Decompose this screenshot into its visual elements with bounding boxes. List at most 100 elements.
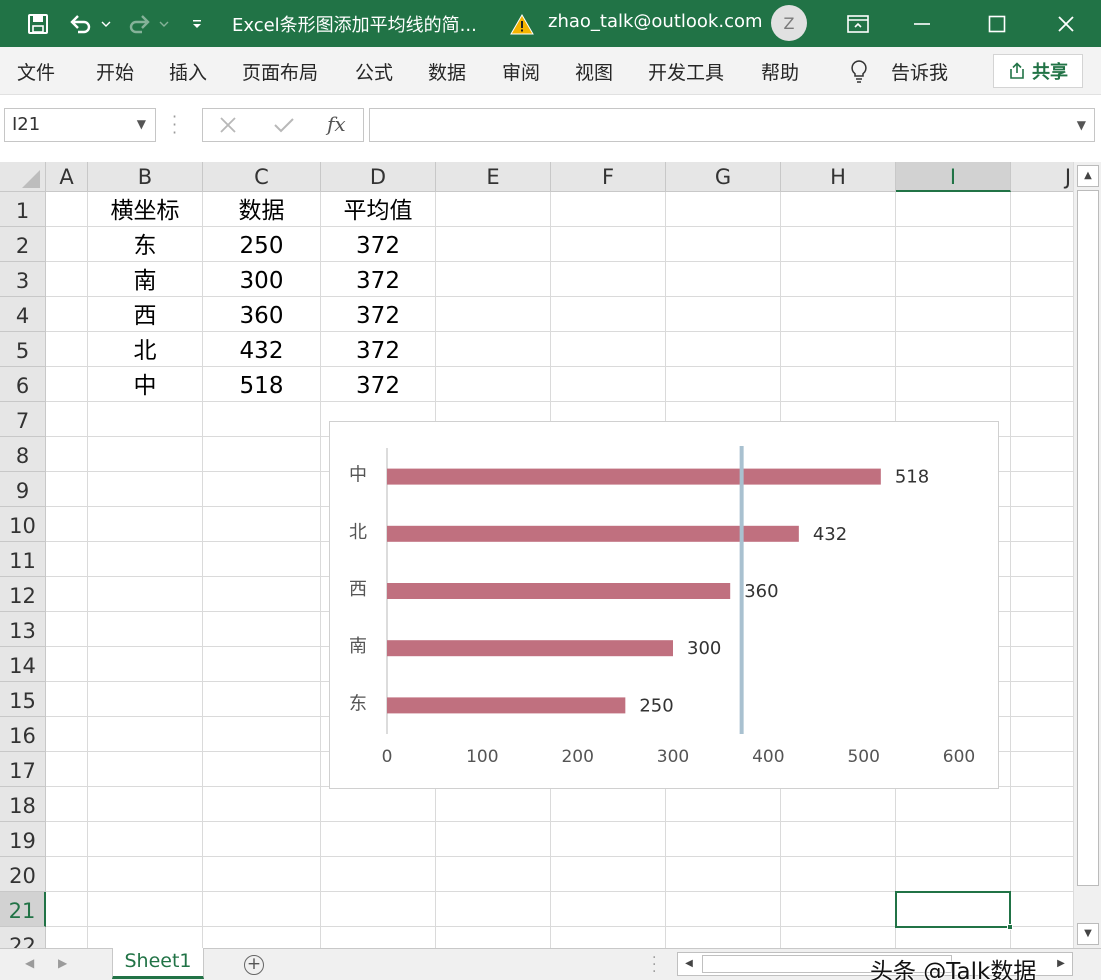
undo-dropdown-icon[interactable] bbox=[98, 0, 114, 47]
row-header-11[interactable]: 11 bbox=[0, 542, 46, 577]
warning-icon[interactable] bbox=[508, 0, 536, 47]
sheet-tab-sheet1[interactable]: Sheet1 bbox=[112, 948, 204, 979]
column-header-d[interactable]: D bbox=[321, 162, 436, 192]
row-header-14[interactable]: 14 bbox=[0, 647, 46, 682]
tab-data[interactable]: 数据 bbox=[428, 58, 466, 85]
tab-view[interactable]: 视图 bbox=[575, 58, 613, 85]
cell-d2[interactable]: 372 bbox=[321, 228, 435, 263]
column-header-a[interactable]: A bbox=[46, 162, 88, 192]
scroll-left-icon[interactable]: ◀ bbox=[678, 953, 700, 975]
tab-page-layout[interactable]: 页面布局 bbox=[242, 58, 318, 85]
row-header-17[interactable]: 17 bbox=[0, 752, 46, 787]
tab-help[interactable]: 帮助 bbox=[761, 58, 799, 85]
formula-bar-grip-icon[interactable]: · · · bbox=[172, 109, 177, 141]
row-header-16[interactable]: 16 bbox=[0, 717, 46, 752]
tab-formulas[interactable]: 公式 bbox=[355, 58, 393, 85]
row-header-12[interactable]: 12 bbox=[0, 577, 46, 612]
cell-c1[interactable]: 数据 bbox=[203, 193, 320, 228]
cell-c2[interactable]: 250 bbox=[203, 228, 320, 263]
plus-circle-icon[interactable]: + bbox=[244, 955, 264, 975]
tab-splitter-icon[interactable]: · · · bbox=[652, 951, 656, 979]
tell-me-search[interactable]: 告诉我 bbox=[891, 58, 948, 85]
column-header-i[interactable]: I bbox=[896, 162, 1011, 192]
bar-chart[interactable]: 东 250 南 300 西 360 北 432 中 518 0 100 200 300 400 500 600 bbox=[329, 421, 999, 789]
row-header-19[interactable]: 19 bbox=[0, 822, 46, 857]
fill-handle[interactable] bbox=[1007, 924, 1013, 930]
lightbulb-icon[interactable] bbox=[850, 59, 868, 87]
maximize-icon[interactable] bbox=[975, 0, 1019, 47]
column-header-e[interactable]: E bbox=[436, 162, 551, 192]
row-header-3[interactable]: 3 bbox=[0, 262, 46, 297]
tab-home[interactable]: 开始 bbox=[96, 58, 134, 85]
scroll-up-icon[interactable]: ▲ bbox=[1077, 165, 1099, 187]
column-header-h[interactable]: H bbox=[781, 162, 896, 192]
cell-c6[interactable]: 518 bbox=[203, 368, 320, 403]
avatar[interactable]: Z bbox=[771, 5, 807, 41]
vertical-scrollbar[interactable]: ▲ ▼ bbox=[1073, 162, 1101, 948]
scroll-down-icon[interactable]: ▼ bbox=[1077, 923, 1099, 945]
cell-d6[interactable]: 372 bbox=[321, 368, 435, 403]
formula-input[interactable]: ▼ bbox=[369, 108, 1095, 142]
row-header-21[interactable]: 21 bbox=[0, 892, 46, 927]
redo-dropdown-icon[interactable] bbox=[156, 0, 172, 47]
ribbon-display-options-icon[interactable] bbox=[838, 0, 878, 47]
row-header-13[interactable]: 13 bbox=[0, 612, 46, 647]
cell-c4[interactable]: 360 bbox=[203, 298, 320, 333]
close-icon[interactable] bbox=[1044, 0, 1088, 47]
name-box[interactable]: I21 ▼ bbox=[4, 108, 156, 142]
confirm-entry-icon[interactable] bbox=[273, 116, 295, 138]
x-tick-label-5: 500 bbox=[847, 747, 879, 767]
tab-review[interactable]: 审阅 bbox=[502, 58, 540, 85]
row-header-9[interactable]: 9 bbox=[0, 472, 46, 507]
cell-d1[interactable]: 平均值 bbox=[321, 193, 435, 228]
name-box-dropdown-icon[interactable]: ▼ bbox=[137, 117, 146, 131]
vertical-scroll-thumb[interactable] bbox=[1077, 190, 1099, 886]
active-cell-selection[interactable] bbox=[895, 891, 1013, 930]
tab-developer[interactable]: 开发工具 bbox=[648, 58, 724, 85]
row-header-4[interactable]: 4 bbox=[0, 297, 46, 332]
column-header-b[interactable]: B bbox=[88, 162, 203, 192]
cell-d3[interactable]: 372 bbox=[321, 263, 435, 298]
cancel-entry-icon[interactable] bbox=[219, 116, 237, 138]
insert-function-icon[interactable]: fx bbox=[327, 112, 346, 136]
column-header-c[interactable]: C bbox=[203, 162, 321, 192]
tab-file[interactable]: 文件 bbox=[17, 58, 55, 85]
select-all-corner[interactable] bbox=[0, 162, 46, 192]
share-button[interactable]: 共享 bbox=[993, 54, 1083, 88]
save-icon[interactable] bbox=[20, 0, 56, 47]
row-header-6[interactable]: 6 bbox=[0, 367, 46, 402]
cell-b4[interactable]: 西 bbox=[88, 298, 202, 333]
account-name[interactable]: zhao_talk@outlook.com bbox=[548, 11, 763, 32]
row-header-8[interactable]: 8 bbox=[0, 437, 46, 472]
cell-d4[interactable]: 372 bbox=[321, 298, 435, 333]
row-header-2[interactable]: 2 bbox=[0, 227, 46, 262]
cell-c3[interactable]: 300 bbox=[203, 263, 320, 298]
column-header-j[interactable]: J bbox=[1011, 162, 1073, 192]
column-header-g[interactable]: G bbox=[666, 162, 781, 192]
column-header-f[interactable]: F bbox=[551, 162, 666, 192]
next-sheet-icon[interactable]: ▶ bbox=[58, 956, 67, 970]
cell-b6[interactable]: 中 bbox=[88, 368, 202, 403]
tab-insert[interactable]: 插入 bbox=[169, 58, 207, 85]
row-header-18[interactable]: 18 bbox=[0, 787, 46, 822]
row-header-15[interactable]: 15 bbox=[0, 682, 46, 717]
expand-formula-bar-icon[interactable]: ▼ bbox=[1077, 118, 1086, 132]
row-header-7[interactable]: 7 bbox=[0, 402, 46, 437]
cell-b1[interactable]: 横坐标 bbox=[88, 193, 202, 228]
cell-c5[interactable]: 432 bbox=[203, 333, 320, 368]
row-header-20[interactable]: 20 bbox=[0, 857, 46, 892]
minimize-icon[interactable] bbox=[900, 0, 944, 47]
prev-sheet-icon[interactable]: ◀ bbox=[25, 956, 34, 970]
cell-d5[interactable]: 372 bbox=[321, 333, 435, 368]
undo-icon[interactable] bbox=[66, 0, 96, 47]
row-header-22[interactable]: 22 bbox=[0, 927, 46, 948]
row-header-1[interactable]: 1 bbox=[0, 192, 46, 227]
cell-b3[interactable]: 南 bbox=[88, 263, 202, 298]
row-header-10[interactable]: 10 bbox=[0, 507, 46, 542]
row-header-5[interactable]: 5 bbox=[0, 332, 46, 367]
cell-b2[interactable]: 东 bbox=[88, 228, 202, 263]
cell-b5[interactable]: 北 bbox=[88, 333, 202, 368]
scroll-right-icon[interactable]: ▶ bbox=[1050, 953, 1072, 975]
customize-toolbar-icon[interactable] bbox=[186, 0, 208, 47]
redo-icon[interactable] bbox=[124, 0, 154, 47]
